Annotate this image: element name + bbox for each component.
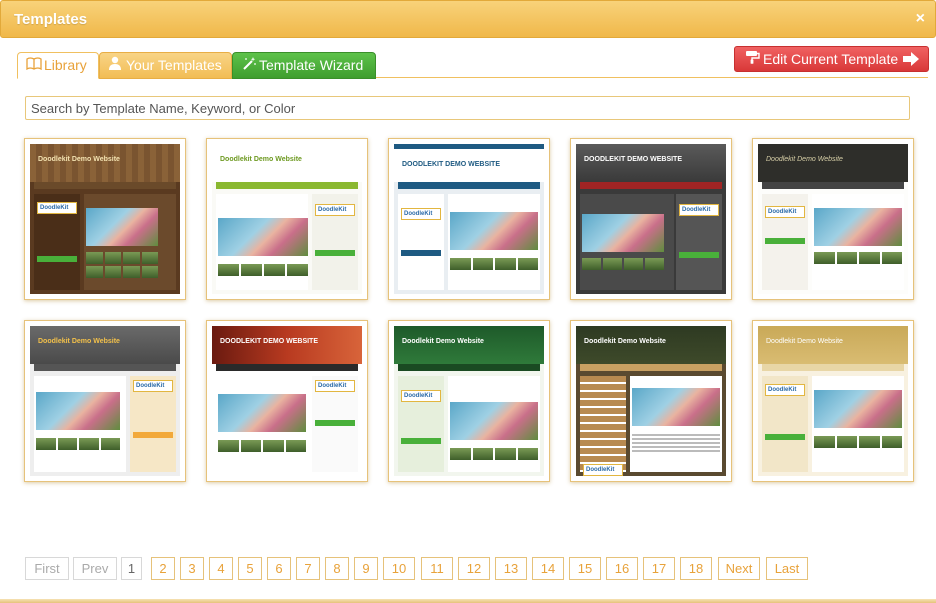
- page-button-5[interactable]: 5: [238, 557, 262, 580]
- template-preview-wood: Doodlekit Demo Website DoodleKit: [30, 144, 180, 294]
- template-preview-gray-orange: Doodlekit Demo Website DoodleKit: [30, 326, 180, 476]
- template-thumbnail[interactable]: DOODLEKIT DEMO WEBSITE DoodleKit: [206, 320, 368, 482]
- template-preview-dark-red: DOODLEKIT DEMO WEBSITE DoodleKit: [576, 144, 726, 294]
- page-button-12[interactable]: 12: [458, 557, 490, 580]
- template-thumbnail[interactable]: Doodlekit Demo Website DoodleKit: [752, 138, 914, 300]
- page-button-18[interactable]: 18: [680, 557, 712, 580]
- page-button-16[interactable]: 16: [606, 557, 638, 580]
- close-icon[interactable]: ×: [916, 10, 925, 28]
- book-icon: [26, 53, 44, 78]
- template-site-name: DOODLEKIT DEMO WEBSITE: [584, 156, 682, 163]
- tab-template-wizard-label: Template Wizard: [259, 57, 364, 73]
- magic-wand-icon: [241, 53, 259, 78]
- templates-dialog: Templates × Library Your Templates Templ…: [0, 0, 936, 603]
- template-site-name: Doodlekit Demo Website: [402, 338, 484, 345]
- edit-current-template-label: Edit Current Template: [763, 51, 899, 67]
- template-site-name: Doodlekit Demo Website: [766, 338, 843, 345]
- last-page-button[interactable]: Last: [766, 557, 808, 580]
- template-site-name: Doodlekit Demo Website: [38, 338, 120, 345]
- page-button-14[interactable]: 14: [532, 557, 564, 580]
- page-button-1[interactable]: 1: [121, 557, 142, 580]
- template-preview-red-sunset: DOODLEKIT DEMO WEBSITE DoodleKit: [212, 326, 362, 476]
- page-button-2[interactable]: 2: [151, 557, 175, 580]
- edit-current-template-button[interactable]: Edit Current Template: [734, 46, 929, 72]
- template-site-name: Doodlekit Demo Website: [220, 156, 302, 163]
- template-preview-light-green: Doodlekit Demo Website DoodleKit: [212, 144, 362, 294]
- tab-your-templates[interactable]: Your Templates: [99, 52, 232, 79]
- dialog-title: Templates: [14, 11, 88, 28]
- tab-your-templates-label: Your Templates: [126, 57, 222, 73]
- template-thumbnail[interactable]: Doodlekit Demo Website DoodleKit: [570, 320, 732, 482]
- template-thumbnail[interactable]: Doodlekit Demo Website DoodleKit: [752, 320, 914, 482]
- template-preview-blue: DOODLEKIT DEMO WEBSITE DoodleKit: [394, 144, 544, 294]
- page-button-9[interactable]: 9: [354, 557, 378, 580]
- template-preview-chalkboard: Doodlekit Demo Website DoodleKit: [758, 144, 908, 294]
- page-button-13[interactable]: 13: [495, 557, 527, 580]
- template-site-name: DOODLEKIT DEMO WEBSITE: [402, 161, 500, 168]
- first-page-button[interactable]: First: [25, 557, 69, 580]
- paint-roller-icon: [745, 47, 763, 71]
- template-site-name: Doodlekit Demo Website: [766, 156, 843, 163]
- page-button-10[interactable]: 10: [383, 557, 415, 580]
- page-button-15[interactable]: 15: [569, 557, 601, 580]
- template-search-input[interactable]: [25, 96, 910, 120]
- page-button-8[interactable]: 8: [325, 557, 349, 580]
- template-thumbnail[interactable]: Doodlekit Demo Website DoodleKit: [388, 320, 550, 482]
- tab-template-wizard[interactable]: Template Wizard: [232, 52, 376, 79]
- template-preview-forest-wood: Doodlekit Demo Website DoodleKit: [576, 326, 726, 476]
- page-button-17[interactable]: 17: [643, 557, 675, 580]
- template-thumbnail[interactable]: DOODLEKIT DEMO WEBSITE DoodleKit: [570, 138, 732, 300]
- template-site-name: Doodlekit Demo Website: [584, 338, 666, 345]
- template-site-name: DOODLEKIT DEMO WEBSITE: [220, 338, 318, 345]
- page-button-4[interactable]: 4: [209, 557, 233, 580]
- template-preview-gold: Doodlekit Demo Website DoodleKit: [758, 326, 908, 476]
- arrow-right-icon: [902, 47, 920, 78]
- template-thumbnail[interactable]: DOODLEKIT DEMO WEBSITE DoodleKit: [388, 138, 550, 300]
- template-site-name: Doodlekit Demo Website: [38, 156, 120, 163]
- page-button-6[interactable]: 6: [267, 557, 291, 580]
- page-button-3[interactable]: 3: [180, 557, 204, 580]
- user-icon: [108, 53, 126, 78]
- next-page-button[interactable]: Next: [718, 557, 760, 580]
- page-button-11[interactable]: 11: [421, 557, 453, 580]
- template-preview-dark-green: Doodlekit Demo Website DoodleKit: [394, 326, 544, 476]
- tab-library-label: Library: [44, 57, 87, 73]
- template-thumbnail[interactable]: Doodlekit Demo Website DoodleKit: [24, 138, 186, 300]
- page-button-7[interactable]: 7: [296, 557, 320, 580]
- dialog-footer-bar: [0, 599, 936, 603]
- template-thumbnail[interactable]: Doodlekit Demo Website DoodleKit: [206, 138, 368, 300]
- template-thumbnail[interactable]: Doodlekit Demo Website DoodleKit: [24, 320, 186, 482]
- dialog-titlebar: Templates ×: [0, 0, 936, 38]
- tab-library[interactable]: Library: [17, 52, 99, 79]
- prev-page-button[interactable]: Prev: [73, 557, 117, 580]
